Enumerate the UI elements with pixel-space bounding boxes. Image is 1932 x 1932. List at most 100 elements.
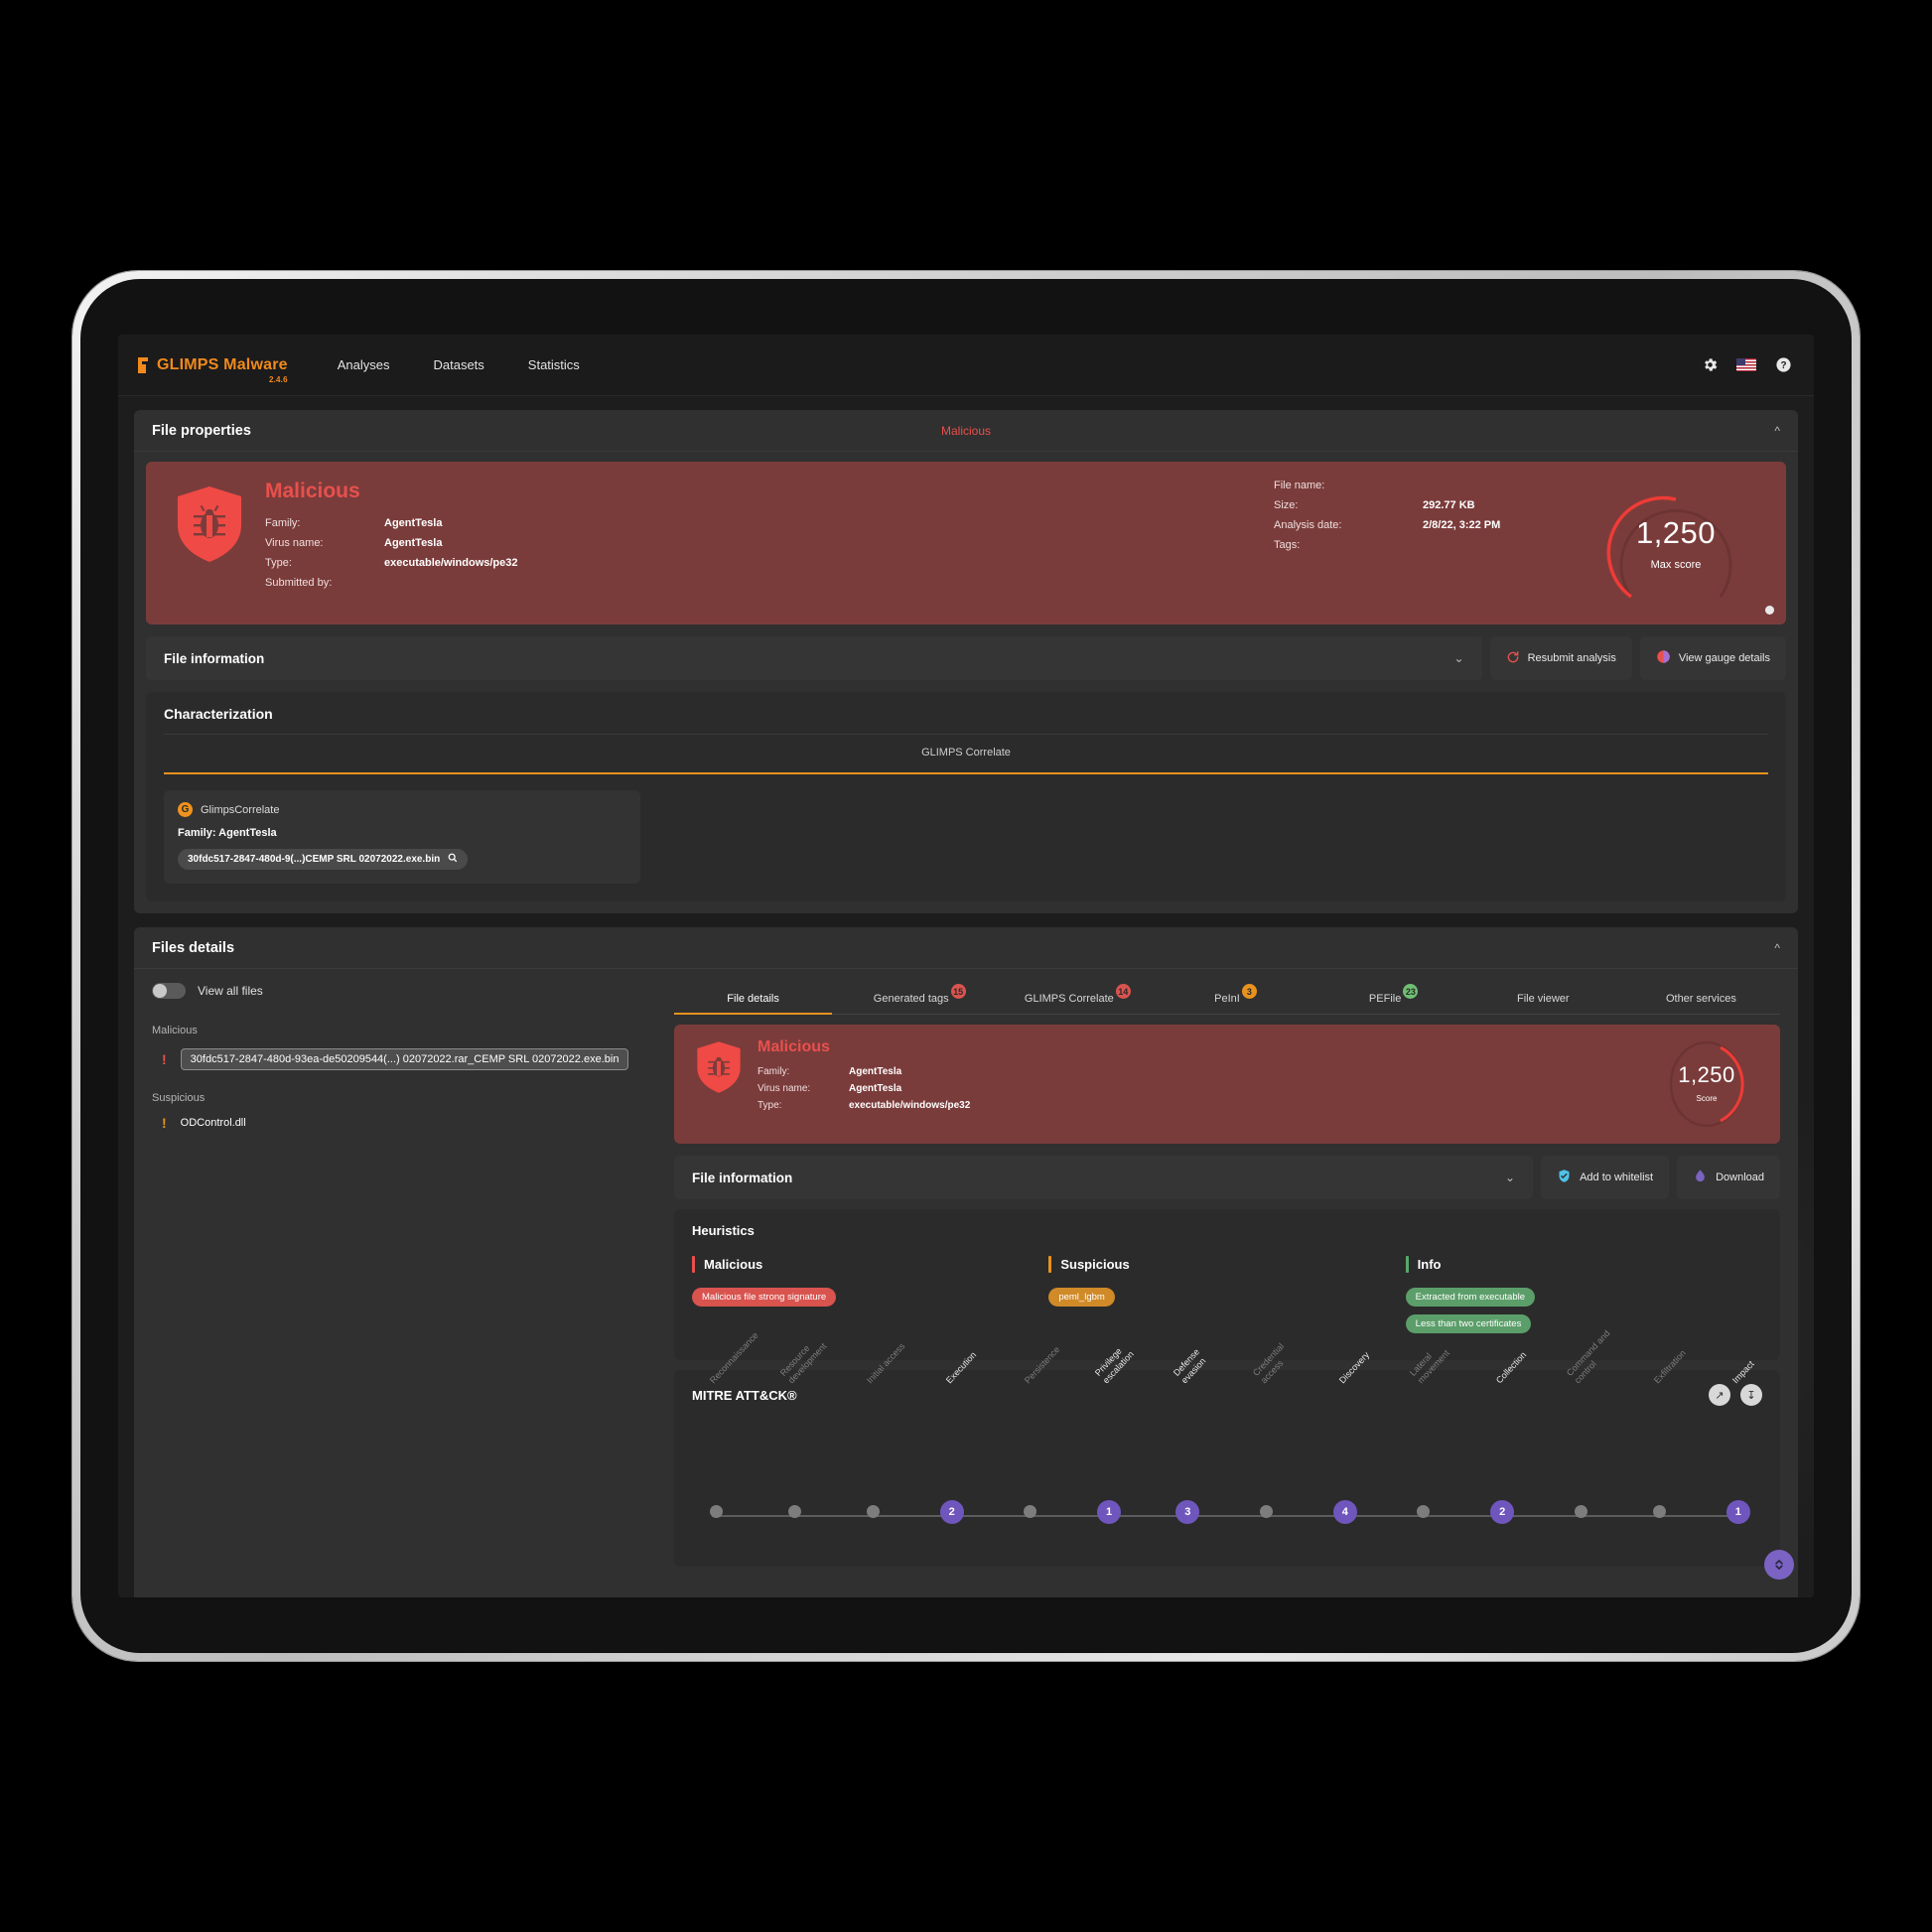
nav-item-statistics[interactable]: Statistics xyxy=(528,357,580,372)
banner-fields-left: Family: AgentTesla Virus name: AgentTesl… xyxy=(265,517,518,589)
heuristics-column-header: Malicious xyxy=(692,1256,1048,1273)
mitre-dot: 4 xyxy=(1332,1500,1357,1524)
mitre-dot: 1 xyxy=(1097,1500,1122,1524)
view-gauge-details-button[interactable]: View gauge details xyxy=(1639,636,1786,680)
file-list-panel: View all files Malicious ! 30fdc517-2847… xyxy=(152,983,658,1587)
heuristics-column-suspicious: Suspicious peml_lgbm xyxy=(1048,1256,1405,1340)
resubmit-analysis-button[interactable]: Resubmit analysis xyxy=(1489,636,1632,680)
help-icon[interactable]: ? xyxy=(1774,356,1792,374)
chevron-down-icon[interactable]: ⌄ xyxy=(1454,652,1464,664)
collapse-chevron-icon[interactable]: ^ xyxy=(1774,942,1780,954)
file-information-bar[interactable]: File information ⌄ xyxy=(146,636,1482,680)
correlate-family: Family: AgentTesla xyxy=(178,827,277,839)
expand-icon[interactable]: ↗ xyxy=(1709,1384,1730,1406)
glimps-badge-icon: G xyxy=(178,802,193,817)
scroll-toggle-fab[interactable] xyxy=(1764,1550,1794,1580)
gear-icon[interactable] xyxy=(1701,356,1719,374)
file-name[interactable]: 30fdc517-2847-480d-93ea-de50209544(...) … xyxy=(180,1048,629,1070)
file-properties-card: File properties Malicious ^ Malicious Fa… xyxy=(134,410,1798,913)
view-all-files-label: View all files xyxy=(198,984,263,998)
nav-item-datasets[interactable]: Datasets xyxy=(433,357,483,372)
suspicious-alert-icon: ! xyxy=(162,1115,167,1131)
field-key: File name: xyxy=(1274,480,1325,491)
mitre-dot: 2 xyxy=(939,1500,964,1524)
list-item[interactable]: ! ODControl.dll xyxy=(152,1116,658,1130)
mitre-nodes: Reconnaissance Resource development Init… xyxy=(708,1328,1756,1547)
malicious-summary-banner: Malicious Family: AgentTesla Virus name:… xyxy=(146,462,1786,624)
tab-other-services[interactable]: Other services xyxy=(1622,983,1780,1014)
mitre-dot xyxy=(1653,1505,1667,1518)
field-value: AgentTesla xyxy=(849,1066,902,1077)
malicious-alert-icon: ! xyxy=(162,1051,167,1067)
detail-tabs: File details Generated tags 15 GLIMPS Cor… xyxy=(674,983,1780,1015)
glimps-logo-icon xyxy=(136,355,150,375)
mitre-dot xyxy=(709,1505,723,1518)
file-name[interactable]: ODControl.dll xyxy=(181,1117,246,1129)
heuristic-tag[interactable]: Extracted from executable xyxy=(1405,1288,1536,1307)
heuristics-column-name: Malicious xyxy=(704,1257,763,1272)
search-icon[interactable] xyxy=(448,853,458,866)
file-verdict-title: Malicious xyxy=(758,1038,830,1055)
view-all-files-toggle-row[interactable]: View all files xyxy=(152,983,658,999)
field-key: Family: xyxy=(758,1066,790,1077)
tab-glimps-correlate[interactable]: GLIMPS Correlate 14 xyxy=(990,983,1148,1014)
brand-name: GLIMPS Malware 2.4.6 xyxy=(157,355,288,384)
file-information-label: File information xyxy=(164,650,265,666)
gauge-pie-icon xyxy=(1656,649,1671,667)
add-to-whitelist-button[interactable]: Add to whitelist xyxy=(1541,1156,1670,1199)
tab-file-details[interactable]: File details xyxy=(674,983,833,1015)
field-value: AgentTesla xyxy=(849,1083,902,1094)
nav-item-analyses[interactable]: Analyses xyxy=(338,357,390,372)
chevron-down-icon[interactable]: ⌄ xyxy=(1505,1172,1515,1183)
heuristic-tag[interactable]: peml_lgbm xyxy=(1048,1288,1115,1307)
field-value xyxy=(384,577,518,589)
field-key: Tags: xyxy=(1274,539,1301,551)
download-button[interactable]: Download xyxy=(1677,1156,1780,1199)
files-details-title: Files details xyxy=(152,939,235,956)
field-key: Virus name: xyxy=(758,1083,811,1094)
view-all-files-toggle[interactable] xyxy=(152,983,186,999)
correlate-sample-name: 30fdc517-2847-480d-9(...)CEMP SRL 020720… xyxy=(188,854,441,865)
tab-pefile[interactable]: PEFile 23 xyxy=(1307,983,1464,1014)
field-key: Type: xyxy=(265,557,292,569)
mitre-header: MITRE ATT&CK® ↗ ↧ xyxy=(692,1384,1762,1406)
correlate-sample-chip[interactable]: 30fdc517-2847-480d-9(...)CEMP SRL 020720… xyxy=(178,849,469,870)
mitre-label: Impact xyxy=(1729,1358,1756,1386)
app-logo[interactable]: GLIMPS Malware 2.4.6 xyxy=(136,355,288,384)
mitre-dot xyxy=(866,1505,880,1518)
tab-peini[interactable]: PeInI 3 xyxy=(1148,983,1306,1014)
mitre-actions: ↗ ↧ xyxy=(1709,1384,1762,1406)
download-label: Download xyxy=(1716,1172,1764,1183)
view-gauge-details-label: View gauge details xyxy=(1678,652,1770,664)
list-item[interactable]: ! 30fdc517-2847-480d-93ea-de50209544(...… xyxy=(152,1048,658,1070)
heuristic-tag[interactable]: Malicious file strong signature xyxy=(692,1288,837,1307)
tab-badge: 3 xyxy=(1241,984,1257,999)
page-content: File properties Malicious ^ Malicious Fa… xyxy=(118,396,1814,1597)
tab-generated-tags[interactable]: Generated tags 15 xyxy=(832,983,990,1014)
file-verdict-main: Malicious Family: AgentTesla Virus name:… xyxy=(758,1038,1655,1111)
mitre-timeline: Reconnaissance Resource development Init… xyxy=(692,1328,1762,1547)
heuristics-column-name: Suspicious xyxy=(1060,1257,1130,1272)
max-score-gauge: 1,250 Max score xyxy=(1601,480,1750,607)
banner-status-dot xyxy=(1765,606,1774,615)
heuristics-column-malicious: Malicious Malicious file strong signatur… xyxy=(692,1256,1048,1340)
mitre-attack-section: MITRE ATT&CK® ↗ ↧ Reconnaissance Resourc… xyxy=(674,1328,1780,1567)
group-label-suspicious: Suspicious xyxy=(152,1092,206,1104)
field-key: Size: xyxy=(1274,499,1299,511)
file-properties-header: File properties Malicious ^ xyxy=(134,410,1798,452)
us-flag-icon[interactable] xyxy=(1736,358,1756,371)
tab-file-viewer[interactable]: File viewer xyxy=(1464,983,1622,1014)
collapse-chevron-icon[interactable]: ^ xyxy=(1774,425,1780,437)
tab-glimps-correlate[interactable]: GLIMPS Correlate xyxy=(921,747,1011,766)
mitre-dot: 2 xyxy=(1490,1500,1515,1524)
add-to-whitelist-label: Add to whitelist xyxy=(1580,1172,1654,1183)
malware-shield-icon xyxy=(176,485,243,563)
download-icon[interactable]: ↧ xyxy=(1740,1384,1762,1406)
heuristic-tag[interactable]: Less than two certificates xyxy=(1405,1314,1532,1333)
app-version: 2.4.6 xyxy=(268,374,288,384)
file-detail-panel: File details Generated tags 15 GLIMPS Cor… xyxy=(674,983,1794,1587)
mitre-title: MITRE ATT&CK® xyxy=(692,1387,797,1403)
gauge-value: 1,250 xyxy=(1678,1062,1735,1087)
detail-file-information-bar[interactable]: File information ⌄ xyxy=(674,1156,1534,1199)
tab-label: PeInI xyxy=(1214,993,1240,1005)
